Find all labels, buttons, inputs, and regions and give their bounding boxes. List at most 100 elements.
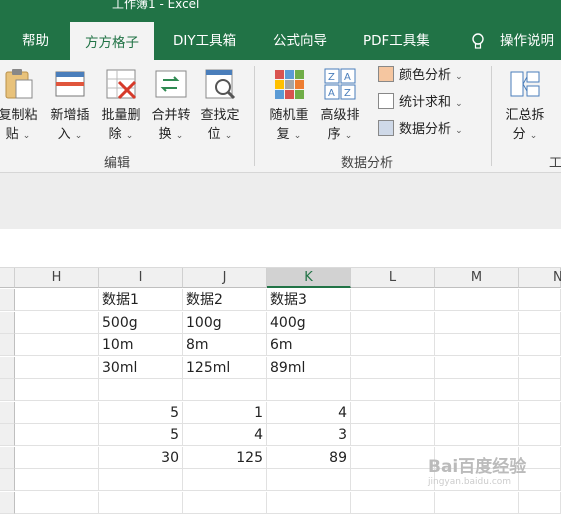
find-locate-button[interactable]: 查找定 位 ⌄	[195, 66, 245, 146]
table-cell[interactable]: 1	[183, 401, 267, 424]
table-cell[interactable]: 3	[267, 424, 351, 446]
table-cell[interactable]	[435, 311, 519, 334]
column-header-n[interactable]: N	[519, 268, 561, 288]
table-cell[interactable]	[15, 491, 99, 514]
table-cell[interactable]	[15, 379, 99, 401]
table-cell[interactable]	[99, 469, 183, 491]
table-cell[interactable]: 10m	[99, 334, 183, 356]
table-cell[interactable]: 数据3	[267, 289, 351, 311]
table-cell[interactable]	[351, 289, 435, 311]
table-cell[interactable]	[435, 491, 519, 514]
table-cell[interactable]	[183, 491, 267, 514]
table-cell[interactable]	[15, 446, 99, 469]
table-cell[interactable]	[15, 356, 99, 379]
table-cell[interactable]: 500g	[99, 311, 183, 334]
table-cell[interactable]: 4	[267, 401, 351, 424]
table-cell[interactable]	[351, 356, 435, 379]
table-cell[interactable]	[183, 469, 267, 491]
table-cell[interactable]	[351, 311, 435, 334]
table-cell[interactable]	[435, 334, 519, 356]
row-header[interactable]	[0, 424, 15, 446]
table-cell[interactable]	[351, 379, 435, 401]
table-cell[interactable]	[351, 491, 435, 514]
table-cell[interactable]	[435, 356, 519, 379]
table-cell[interactable]	[15, 334, 99, 356]
advanced-sort-button[interactable]: ZAAZ 高级排 序 ⌄	[315, 66, 365, 146]
row-header[interactable]	[0, 469, 15, 491]
row-header[interactable]	[0, 311, 15, 334]
column-header-k[interactable]: K	[267, 268, 351, 288]
batch-delete-button[interactable]: 批量删 除 ⌄	[96, 66, 146, 146]
copy-paste-button[interactable]: 复制粘 贴 ⌄	[0, 66, 42, 146]
row-header[interactable]	[0, 334, 15, 356]
table-cell[interactable]: 数据1	[99, 289, 183, 311]
table-cell[interactable]	[519, 334, 561, 356]
tab-help-doc[interactable]: 操作说明	[500, 22, 554, 60]
row-header[interactable]	[0, 491, 15, 514]
column-header-m[interactable]: M	[435, 268, 519, 288]
table-cell[interactable]	[99, 491, 183, 514]
table-cell[interactable]: 4	[183, 424, 267, 446]
row-header[interactable]	[0, 379, 15, 401]
tab-formula-wizard[interactable]: 公式向导	[273, 22, 327, 60]
table-cell[interactable]: 100g	[183, 311, 267, 334]
random-repeat-button[interactable]: 随机重 复 ⌄	[264, 66, 314, 146]
table-cell[interactable]	[519, 356, 561, 379]
table-cell[interactable]	[15, 424, 99, 446]
table-cell[interactable]	[15, 289, 99, 311]
table-cell[interactable]	[351, 424, 435, 446]
row-header[interactable]	[0, 446, 15, 469]
table-cell[interactable]	[519, 289, 561, 311]
table-cell[interactable]: 5	[99, 401, 183, 424]
table-cell[interactable]: 125ml	[183, 356, 267, 379]
tab-fangfang[interactable]: 方方格子	[70, 22, 154, 62]
row-header[interactable]	[0, 401, 15, 424]
insert-button[interactable]: 新增插 入 ⌄	[45, 66, 95, 146]
table-cell[interactable]: 125	[183, 446, 267, 469]
table-cell[interactable]	[519, 491, 561, 514]
table-cell[interactable]	[519, 379, 561, 401]
tab-diy[interactable]: DIY工具箱	[173, 22, 236, 60]
corner-header[interactable]	[0, 268, 15, 288]
table-cell[interactable]	[519, 401, 561, 424]
color-analysis-button[interactable]: 颜色分析 ⌄	[378, 65, 463, 87]
tab-help[interactable]: 帮助	[22, 22, 49, 60]
table-cell[interactable]	[267, 491, 351, 514]
table-cell[interactable]: 89ml	[267, 356, 351, 379]
column-header-j[interactable]: J	[183, 268, 267, 288]
row-header[interactable]	[0, 289, 15, 311]
table-cell[interactable]	[519, 311, 561, 334]
table-cell[interactable]	[435, 401, 519, 424]
table-cell[interactable]	[351, 334, 435, 356]
table-cell[interactable]	[435, 289, 519, 311]
table-cell[interactable]	[351, 401, 435, 424]
table-cell[interactable]	[435, 424, 519, 446]
table-cell[interactable]	[267, 469, 351, 491]
table-cell[interactable]	[351, 469, 435, 491]
table-cell[interactable]	[267, 379, 351, 401]
table-cell[interactable]: 5	[99, 424, 183, 446]
column-header-i[interactable]: I	[99, 268, 183, 288]
table-cell[interactable]	[15, 311, 99, 334]
table-cell[interactable]: 8m	[183, 334, 267, 356]
table-cell[interactable]: 30	[99, 446, 183, 469]
table-cell[interactable]	[15, 401, 99, 424]
column-header-l[interactable]: L	[351, 268, 435, 288]
table-cell[interactable]	[351, 446, 435, 469]
table-cell[interactable]: 30ml	[99, 356, 183, 379]
table-cell[interactable]	[435, 379, 519, 401]
tab-pdf-tools[interactable]: PDF工具集	[363, 22, 430, 60]
table-cell[interactable]: 89	[267, 446, 351, 469]
summary-split-button[interactable]: 汇总拆 分 ⌄	[500, 66, 550, 146]
formula-bar[interactable]	[0, 229, 561, 268]
data-analysis-button[interactable]: 数据分析 ⌄	[378, 119, 463, 141]
table-cell[interactable]	[15, 469, 99, 491]
table-cell[interactable]	[99, 379, 183, 401]
table-cell[interactable]	[519, 424, 561, 446]
column-header-h[interactable]: H	[15, 268, 99, 288]
table-cell[interactable]: 400g	[267, 311, 351, 334]
table-cell[interactable]	[183, 379, 267, 401]
row-header[interactable]	[0, 356, 15, 379]
table-cell[interactable]: 数据2	[183, 289, 267, 311]
stat-sum-button[interactable]: 统计求和 ⌄	[378, 92, 463, 114]
